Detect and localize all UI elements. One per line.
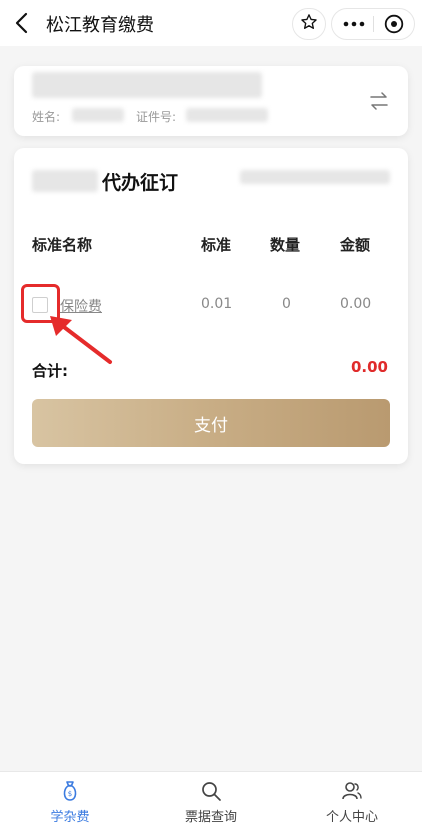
column-header-amount: 金额 bbox=[340, 236, 371, 254]
money-bag-icon: $ bbox=[58, 779, 82, 803]
user-icon bbox=[340, 779, 364, 803]
column-header-standard: 标准 bbox=[201, 236, 232, 254]
order-title: 代办征订 bbox=[102, 172, 179, 194]
column-header-quantity: 数量 bbox=[270, 236, 301, 254]
mini-program-capsule bbox=[331, 8, 415, 40]
order-info-blurred bbox=[240, 170, 390, 184]
back-arrow-icon[interactable] bbox=[12, 10, 34, 36]
tab-tuition[interactable]: $ 学杂费 bbox=[0, 772, 140, 831]
more-icon[interactable] bbox=[340, 9, 368, 39]
tab-label: 个人中心 bbox=[325, 810, 378, 825]
id-label: 证件号: bbox=[136, 110, 177, 124]
annotation-arrow-graphic bbox=[50, 316, 112, 364]
search-icon bbox=[199, 779, 223, 803]
student-school-blurred bbox=[32, 72, 262, 98]
nav-bar: 松江教育缴费 bbox=[0, 0, 422, 46]
student-id-blurred bbox=[186, 108, 268, 122]
column-header-name: 标准名称 bbox=[32, 236, 93, 254]
bottom-tab-bar: $ 学杂费 票据查询 个人中心 bbox=[0, 771, 422, 831]
tab-personal-center[interactable]: 个人中心 bbox=[282, 772, 422, 831]
pay-button[interactable]: 支付 bbox=[32, 399, 390, 447]
tab-receipt-query[interactable]: 票据查询 bbox=[141, 772, 281, 831]
tab-label: 学杂费 bbox=[50, 810, 90, 825]
order-card: 代办征订 标准名称 标准 数量 金额 保险费 0.01 0 0.00 合计: 0… bbox=[14, 148, 408, 464]
favorite-button[interactable] bbox=[292, 8, 326, 40]
total-value: 0.00 bbox=[350, 358, 388, 376]
page-title: 松江教育缴费 bbox=[46, 15, 154, 36]
item-quantity: 0 bbox=[282, 296, 291, 312]
tab-label: 票据查询 bbox=[184, 810, 237, 825]
capsule-divider bbox=[373, 16, 374, 32]
item-standard: 0.01 bbox=[201, 296, 233, 312]
item-amount: 0.00 bbox=[340, 296, 372, 312]
svg-text:$: $ bbox=[68, 790, 72, 798]
swap-icon[interactable] bbox=[366, 88, 392, 114]
close-circle-icon[interactable] bbox=[380, 9, 408, 39]
annotation-arrow-icon bbox=[14, 108, 94, 178]
star-icon bbox=[300, 13, 318, 35]
